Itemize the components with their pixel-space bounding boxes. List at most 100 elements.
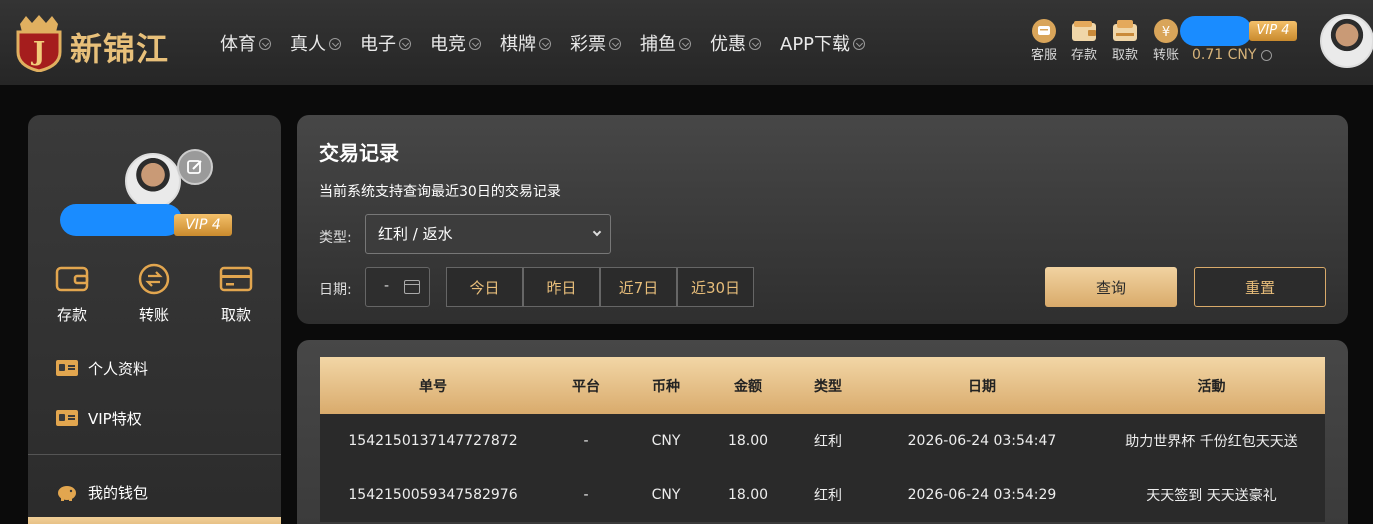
last-7-days-button[interactable]: 近7日 bbox=[600, 267, 677, 307]
header-order-no: 单号 bbox=[419, 378, 447, 395]
action-label: 取款 bbox=[220, 306, 251, 324]
date-range-input[interactable]: - bbox=[365, 267, 430, 307]
account-sidebar: VIP 4 存款 转账 取款 个人资料 VIP特权 我的钱包 bbox=[28, 115, 281, 524]
table-header: 单号 平台 币种 金额 类型 日期 活動 bbox=[320, 357, 1325, 414]
records-panel: 单号 平台 币种 金额 类型 日期 活動 1542150137147727872… bbox=[297, 340, 1348, 524]
header-currency: 币种 bbox=[652, 378, 680, 395]
piggy-bank-icon bbox=[58, 486, 76, 501]
svg-text:¥: ¥ bbox=[1162, 25, 1170, 40]
chevron-down-icon bbox=[329, 37, 341, 50]
site-logo[interactable]: J 新锦江 bbox=[12, 10, 192, 72]
type-select-value: 红利 / 返水 bbox=[378, 225, 453, 243]
nav-label: 优惠 bbox=[710, 33, 746, 55]
cell-amount: 18.00 bbox=[727, 433, 769, 449]
vip-badge: VIP 4 bbox=[1249, 21, 1297, 41]
nav-lottery[interactable]: 彩票 bbox=[570, 30, 621, 56]
nav-fishing[interactable]: 捕鱼 bbox=[640, 30, 691, 56]
sidebar-item-label: VIP特权 bbox=[88, 409, 142, 428]
chevron-down-icon bbox=[259, 37, 271, 50]
nav-label: 捕鱼 bbox=[640, 33, 676, 55]
cell-platform: - bbox=[583, 487, 589, 503]
cell-platform: - bbox=[583, 433, 589, 449]
action-label: 存款 bbox=[56, 306, 87, 324]
chevron-down-icon bbox=[539, 37, 551, 50]
svg-text:J: J bbox=[31, 37, 45, 67]
deposit-button[interactable]: 存款 bbox=[42, 262, 102, 325]
cell-date: 2026-06-24 03:54:47 bbox=[907, 433, 1057, 449]
date-value: - bbox=[384, 278, 390, 294]
transfer-icon bbox=[138, 263, 170, 295]
nav-chess[interactable]: 棋牌 bbox=[500, 30, 551, 56]
tool-label: 转账 bbox=[1152, 48, 1179, 63]
chevron-down-icon bbox=[1261, 49, 1273, 61]
nav-esports[interactable]: 电竞 bbox=[430, 30, 481, 56]
cell-order-no: 1542150059347582976 bbox=[348, 487, 518, 503]
top-header: J 新锦江 体育 真人 电子 电竞 棋牌 彩票 捕鱼 优惠 APP下载 客服 存… bbox=[0, 0, 1373, 85]
username-redaction bbox=[60, 204, 182, 236]
cell-currency: CNY bbox=[651, 487, 681, 503]
tool-label: 取款 bbox=[1111, 48, 1138, 63]
edit-icon bbox=[187, 160, 202, 174]
cell-activity: 天天签到 天天送豪礼 bbox=[1146, 488, 1277, 504]
chat-icon bbox=[1032, 19, 1056, 43]
nav-label: APP下载 bbox=[780, 33, 851, 55]
nav-promotions[interactable]: 优惠 bbox=[710, 30, 761, 56]
chevron-down-icon bbox=[679, 37, 691, 50]
transfer-button[interactable]: 转账 bbox=[124, 262, 184, 325]
chevron-down-icon bbox=[592, 227, 602, 237]
cell-date: 2026-06-24 03:54:29 bbox=[907, 487, 1057, 503]
nav-label: 电竞 bbox=[430, 33, 466, 55]
id-card-icon bbox=[56, 360, 78, 376]
nav-slots[interactable]: 电子 bbox=[360, 30, 411, 56]
sidebar-item-vip[interactable]: VIP特权 bbox=[56, 404, 142, 432]
header-amount: 金额 bbox=[734, 378, 762, 395]
chevron-down-icon bbox=[853, 37, 866, 50]
last-30-days-button[interactable]: 近30日 bbox=[677, 267, 754, 307]
balance-dropdown[interactable]: 0.71 CNY bbox=[1192, 47, 1273, 63]
sidebar-active-item[interactable] bbox=[28, 517, 281, 524]
nav-label: 彩票 bbox=[570, 33, 606, 55]
nav-sports[interactable]: 体育 bbox=[220, 30, 271, 56]
profile-avatar bbox=[125, 153, 181, 209]
sidebar-divider bbox=[28, 454, 281, 455]
cell-type: 红利 bbox=[814, 434, 842, 450]
sidebar-item-label: 我的钱包 bbox=[88, 483, 149, 502]
reset-button[interactable]: 重置 bbox=[1194, 267, 1326, 307]
nav-label: 体育 bbox=[220, 33, 256, 55]
chevron-down-icon bbox=[749, 37, 761, 50]
nav-live-casino[interactable]: 真人 bbox=[290, 30, 341, 56]
avatar[interactable] bbox=[1320, 14, 1373, 68]
tool-label: 客服 bbox=[1030, 48, 1057, 63]
action-label: 转账 bbox=[138, 306, 169, 324]
calendar-icon bbox=[404, 280, 420, 294]
chevron-down-icon bbox=[399, 37, 411, 50]
header-deposit-button[interactable]: 存款 bbox=[1064, 18, 1104, 63]
cell-order-no: 1542150137147727872 bbox=[348, 433, 518, 449]
type-select[interactable]: 红利 / 返水 bbox=[365, 214, 611, 254]
wallet-icon bbox=[55, 266, 89, 292]
tool-label: 存款 bbox=[1070, 48, 1097, 63]
nav-app-download[interactable]: APP下载 bbox=[780, 30, 866, 56]
page-title: 交易记录 bbox=[319, 141, 399, 165]
date-label: 日期: bbox=[319, 282, 352, 298]
wallet-icon bbox=[1072, 21, 1096, 41]
quick-date-buttons: 今日 昨日 近7日 近30日 bbox=[446, 267, 754, 307]
yesterday-button[interactable]: 昨日 bbox=[523, 267, 600, 307]
edit-avatar-button[interactable] bbox=[177, 149, 213, 185]
sidebar-item-wallet[interactable]: 我的钱包 bbox=[56, 478, 148, 506]
cell-currency: CNY bbox=[651, 433, 681, 449]
page-subtitle: 当前系统支持查询最近30日的交易记录 bbox=[319, 184, 561, 200]
sidebar-item-profile[interactable]: 个人资料 bbox=[56, 354, 148, 382]
cell-type: 红利 bbox=[814, 488, 842, 504]
today-button[interactable]: 今日 bbox=[446, 267, 523, 307]
nav-label: 棋牌 bbox=[500, 33, 536, 55]
filter-panel: 交易记录 当前系统支持查询最近30日的交易记录 类型: 红利 / 返水 日期: … bbox=[297, 115, 1348, 324]
cell-activity: 助力世界杯 千份红包天天送 bbox=[1125, 434, 1298, 450]
query-button[interactable]: 查询 bbox=[1045, 267, 1177, 307]
card-icon bbox=[219, 266, 253, 292]
chevron-down-icon bbox=[609, 37, 621, 50]
withdraw-button[interactable]: 取款 bbox=[206, 262, 266, 325]
header-activity: 活動 bbox=[1197, 378, 1226, 395]
customer-service-button[interactable]: 客服 bbox=[1024, 18, 1064, 63]
header-withdraw-button[interactable]: 取款 bbox=[1105, 18, 1145, 63]
